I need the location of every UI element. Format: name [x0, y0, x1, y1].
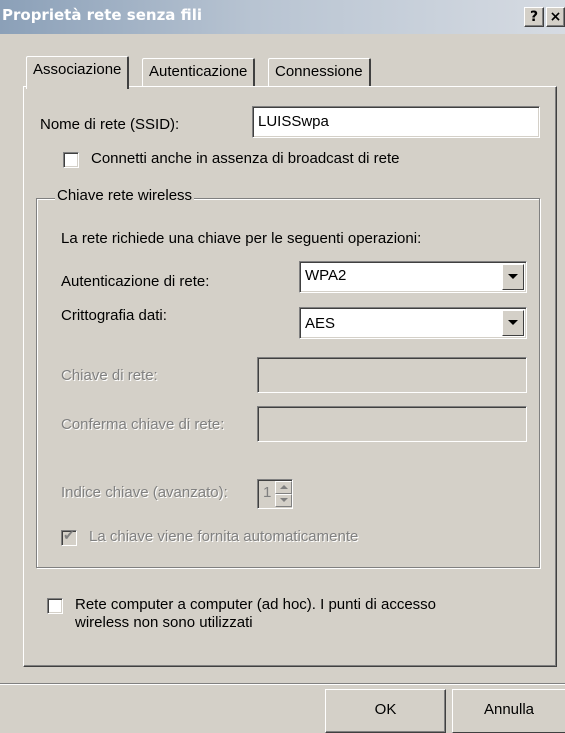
ssid-label: Nome di rete (SSID): — [40, 116, 180, 133]
spin-up-icon[interactable] — [275, 481, 292, 494]
confirm-key-label: Conferma chiave di rete: — [61, 416, 225, 433]
encryption-select[interactable]: AES — [299, 307, 527, 339]
spin-down-icon[interactable] — [275, 494, 292, 507]
auto-key-checkbox[interactable]: ✔ — [61, 528, 77, 546]
confirm-key-input[interactable] — [257, 406, 527, 442]
auto-key-checkbox-label: La chiave viene fornita automaticamente — [89, 528, 359, 545]
checkmark-icon: ✔ — [63, 528, 75, 544]
key-index-value: 1 — [263, 484, 272, 501]
ssid-value: LUISSwpa — [258, 113, 329, 130]
broadcast-checkbox-label: Connetti anche in assenza di broadcast d… — [91, 150, 400, 167]
adhoc-checkbox-label-line1: Rete computer a computer (ad hoc). I pun… — [75, 596, 437, 613]
network-auth-value: WPA2 — [305, 267, 347, 284]
network-auth-select[interactable]: WPA2 — [299, 261, 527, 293]
key-index-label: Indice chiave (avanzato): — [61, 484, 228, 501]
network-key-label: Chiave di rete: — [61, 367, 158, 384]
broadcast-checkbox[interactable] — [63, 152, 79, 168]
group-intro-text: La rete richiede una chiave per le segue… — [61, 230, 422, 247]
network-auth-label: Autenticazione di rete: — [61, 273, 210, 290]
network-key-input[interactable] — [257, 357, 527, 393]
ssid-input[interactable]: LUISSwpa — [252, 106, 540, 138]
wireless-key-group-title: Chiave rete wireless — [55, 187, 195, 204]
adhoc-checkbox[interactable] — [47, 598, 63, 614]
chevron-down-icon[interactable] — [502, 310, 524, 336]
encryption-label: Crittografia dati: — [61, 307, 167, 324]
chevron-down-icon[interactable] — [502, 264, 524, 290]
adhoc-checkbox-label-line2: wireless non sono utilizzati — [75, 614, 253, 631]
encryption-value: AES — [305, 315, 336, 332]
